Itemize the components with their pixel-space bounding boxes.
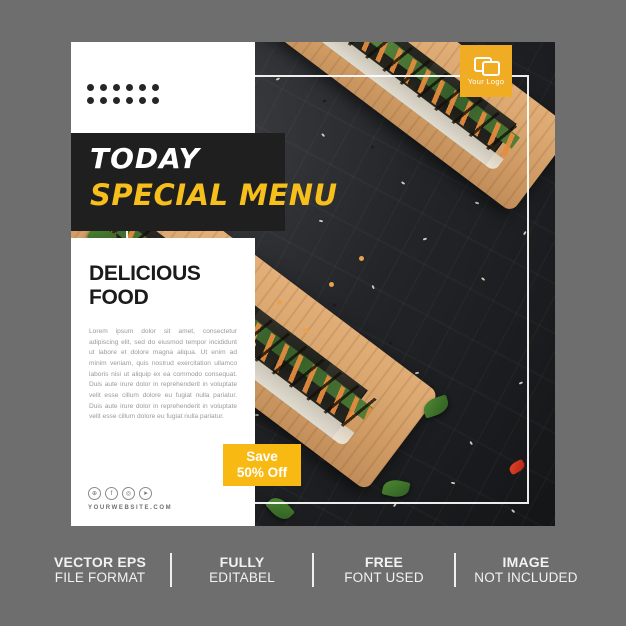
- social-icon-row[interactable]: ⊕ f ◎ ➤: [88, 487, 152, 500]
- feature-title: VECTOR EPS: [54, 553, 146, 570]
- facebook-icon[interactable]: f: [105, 487, 118, 500]
- poster-preview-canvas: TODAY SPECIAL MENU DELICIOUS FOOD Lorem …: [0, 0, 626, 626]
- feature-subtitle: FILE FORMAT: [54, 570, 146, 586]
- logo-placeholder[interactable]: Your Logo: [460, 45, 512, 97]
- website-url[interactable]: YOURWEBSITE.COM: [88, 505, 172, 511]
- globe-icon[interactable]: ⊕: [88, 487, 101, 500]
- feature-title: FULLY: [219, 553, 265, 570]
- badge-line-1: Save: [246, 448, 278, 464]
- badge-line-2: 50% Off: [236, 465, 288, 480]
- feature-subtitle: NOT INCLUDED: [474, 570, 578, 586]
- telegram-icon[interactable]: ➤: [139, 487, 152, 500]
- feature-item-image-not-included: IMAGE NOT INCLUDED: [456, 554, 596, 586]
- feature-subtitle: FONT USED: [344, 570, 424, 586]
- feature-title: FREE: [364, 553, 404, 570]
- save-discount-badge[interactable]: Save 50% Off: [223, 444, 301, 486]
- kicker-today: TODAY: [90, 142, 200, 175]
- feature-item-vector-eps: VECTOR EPS FILE FORMAT: [30, 554, 170, 586]
- feature-title: IMAGE: [502, 553, 550, 570]
- dot-grid-decoration: [87, 84, 165, 110]
- feature-item-free-font: FREE FONT USED: [314, 554, 454, 586]
- feature-subtitle: EDITABEL: [209, 570, 275, 586]
- logo-label: Your Logo: [467, 76, 505, 86]
- body-paragraph: Lorem ipsum dolor sit amet, consectetur …: [89, 328, 237, 421]
- instagram-icon[interactable]: ◎: [122, 487, 135, 500]
- overlapping-rectangles-icon: [474, 56, 500, 76]
- feature-item-fully-editable: FULLY EDITABEL: [172, 554, 312, 586]
- feature-bar: VECTOR EPS FILE FORMAT FULLY EDITABEL FR…: [0, 540, 626, 600]
- headline-delicious-food: DELICIOUS FOOD: [89, 262, 201, 309]
- poster-title: SPECIAL MENU: [90, 178, 338, 212]
